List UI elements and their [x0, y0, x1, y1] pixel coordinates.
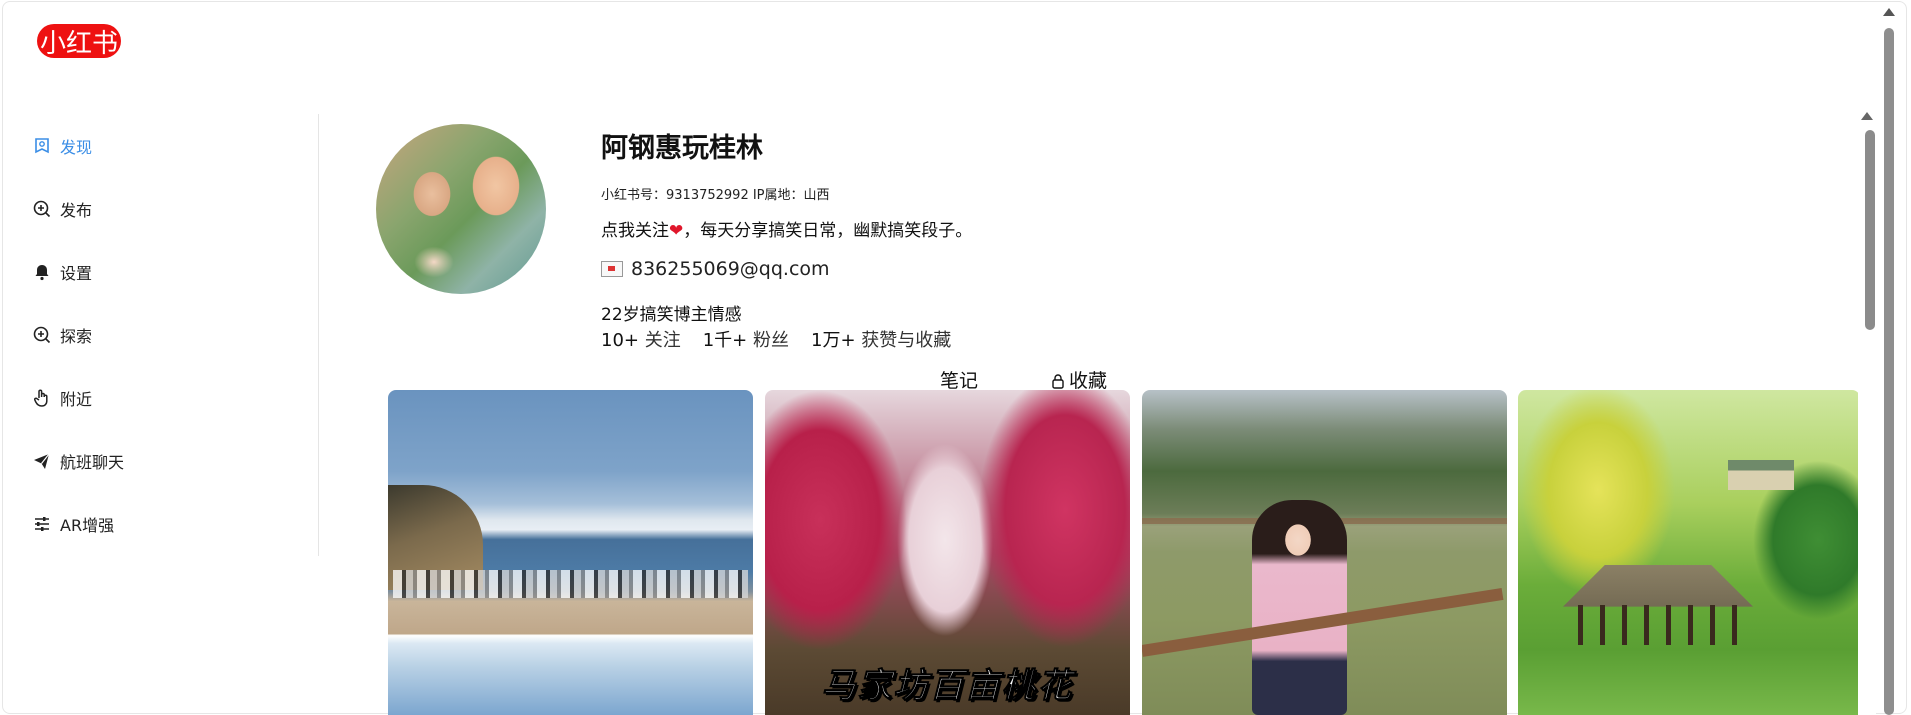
stat-label: 获赞与收藏 [861, 330, 952, 351]
window-scroll-up-arrow-icon[interactable] [1883, 8, 1895, 16]
stat-label: 关注 [644, 330, 681, 351]
stat-followers[interactable]: 1千+ 粉丝 [703, 326, 789, 352]
window-scrollbar-thumb[interactable] [1884, 28, 1894, 715]
bio-prefix: 点我关注 [601, 221, 669, 241]
publish-icon [32, 199, 52, 219]
app-logo[interactable]: 小红书 [37, 24, 121, 59]
profile-email: 836255069@qq.com [601, 258, 830, 280]
tab-collect-label: 收藏 [1069, 370, 1108, 392]
explore-icon [32, 325, 52, 345]
envelope-icon [601, 261, 623, 277]
note-card[interactable] [388, 390, 753, 715]
sidebar-item-label: 设置 [60, 264, 93, 283]
lock-icon [1050, 372, 1066, 389]
stat-number: 1千+ [702, 330, 748, 351]
card-image-person [1252, 500, 1347, 715]
bell-icon [32, 262, 52, 282]
scroll-up-arrow-icon[interactable] [1861, 112, 1873, 120]
sliders-icon [32, 514, 52, 534]
avatar[interactable] [376, 124, 546, 294]
hand-icon [32, 388, 52, 408]
stat-label: 粉丝 [753, 330, 790, 351]
sidebar-item-label: 航班聊天 [60, 453, 125, 472]
profile-tagline: 22岁搞笑博主情感 [601, 305, 742, 325]
scrollbar-thumb[interactable] [1865, 130, 1875, 330]
stat-following[interactable]: 10+ 关注 [601, 326, 681, 352]
stat-number: 10+ [601, 330, 639, 351]
profile-id-line: 小红书号：9313752992 IP属地：山西 [601, 188, 830, 203]
email-text: 836255069@qq.com [631, 258, 830, 280]
profile-bio: 点我关注❤，每天分享搞笑日常，幽默搞笑段子。 [601, 216, 972, 241]
sidebar-item-label: 探索 [60, 327, 93, 346]
tab-collect[interactable]: 收藏 [1050, 366, 1107, 393]
sidebar-item-explore[interactable]: 探索 [32, 323, 92, 347]
sidebar-item-ar[interactable]: AR增强 [32, 512, 114, 536]
heart-icon: ❤ [669, 221, 684, 241]
sidebar-item-flight-chat[interactable]: 航班聊天 [32, 449, 124, 473]
sidebar-item-label: 附近 [60, 390, 93, 409]
sidebar-item-publish[interactable]: 发布 [32, 197, 92, 221]
sidebar-item-label: AR增强 [60, 516, 115, 535]
sidebar-item-settings[interactable]: 设置 [32, 260, 92, 284]
tab-notes[interactable]: 笔记 [940, 366, 978, 393]
sidebar-item-nearby[interactable]: 附近 [32, 386, 92, 410]
stat-number: 1万+ [811, 330, 856, 351]
profile-name: 阿钢惠玩桂林 [601, 133, 763, 164]
card-image-cars [393, 570, 748, 598]
sidebar-item-discover[interactable]: 发现 [32, 134, 92, 158]
sidebar-item-label: 发现 [60, 138, 93, 157]
profile-stats: 10+ 关注 1千+ 粉丝 1万+ 获赞与收藏 [601, 326, 973, 352]
discover-icon [32, 136, 52, 156]
note-card[interactable] [1518, 390, 1860, 715]
sidebar-divider [318, 114, 319, 556]
paper-plane-icon [32, 451, 52, 471]
bio-suffix: ，每天分享搞笑日常，幽默搞笑段子。 [683, 221, 973, 241]
card-title-overlay: 马家坊百亩桃花 [821, 666, 1074, 707]
note-card[interactable]: 马家坊百亩桃花 [765, 390, 1130, 715]
stat-likes-collections[interactable]: 1万+ 获赞与收藏 [811, 326, 951, 352]
sidebar-item-label: 发布 [60, 201, 93, 220]
card-image-building [1728, 460, 1794, 490]
note-card[interactable] [1142, 390, 1507, 715]
card-image-pavilion-posts [1578, 605, 1738, 645]
